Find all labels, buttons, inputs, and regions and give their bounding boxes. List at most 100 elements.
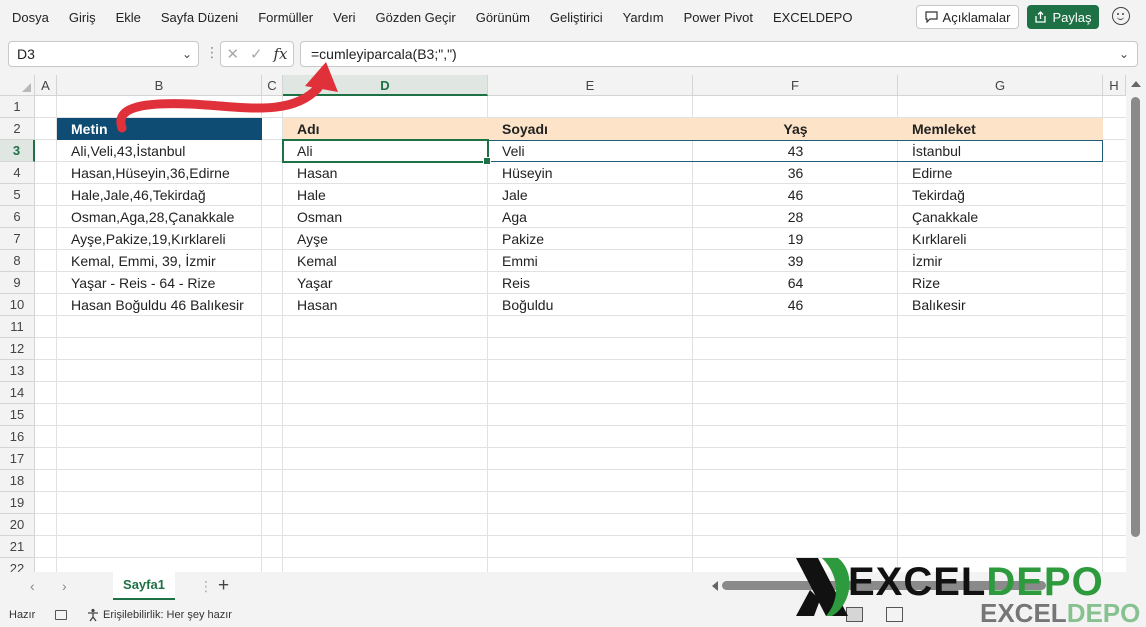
result-cell[interactable]: Jale [488,184,693,206]
row-header-22[interactable]: 22 [0,558,35,572]
menu-item-9[interactable]: Yardım [623,10,664,25]
column-header-b[interactable]: B [57,75,262,96]
insert-function-icon[interactable]: fx [274,45,288,63]
result-cell[interactable]: Emmi [488,250,693,272]
scroll-up-icon[interactable] [1131,81,1141,87]
row-header-5[interactable]: 5 [0,184,35,206]
source-cell[interactable]: Osman,Aga,28,Çanakkale [57,206,262,228]
result-cell[interactable]: Rize [898,272,1103,294]
result-cell[interactable]: Aga [488,206,693,228]
row-header-3[interactable]: 3 [0,140,35,162]
row-header-19[interactable]: 19 [0,492,35,514]
row-header-2[interactable]: 2 [0,118,35,140]
check-icon[interactable]: ✓ [250,45,263,63]
result-cell[interactable]: Hüseyin [488,162,693,184]
source-cell[interactable]: Hasan Boğuldu 46 Balıkesir [57,294,262,316]
menu-item-2[interactable]: Ekle [116,10,141,25]
result-cell[interactable]: Ayşe [283,228,488,250]
row-header-4[interactable]: 4 [0,162,35,184]
result-header-2[interactable]: Yaş [693,118,898,140]
row-header-7[interactable]: 7 [0,228,35,250]
select-all-corner[interactable] [0,75,35,96]
accessibility-status[interactable]: Erişilebilirlik: Her şey hazır [103,609,232,621]
spreadsheet-grid[interactable]: A B C D E F G H 1 2 3 4 5 6 7 8 9 10 11 12 13 14 15 16 17 18 19 20 2… [0,75,1146,572]
column-header-e[interactable]: E [488,75,693,96]
row-header-20[interactable]: 20 [0,514,35,536]
result-cell[interactable]: Hasan [283,294,488,316]
chevron-down-icon[interactable]: ⌄ [182,42,192,66]
row-header-9[interactable]: 9 [0,272,35,294]
result-cell[interactable]: Reis [488,272,693,294]
comments-button[interactable]: Açıklamalar [916,5,1019,29]
formula-input[interactable]: =cumleyiparcala(B3;",") ⌄ [300,41,1138,67]
row-header-16[interactable]: 16 [0,426,35,448]
row-header-21[interactable]: 21 [0,536,35,558]
expand-formula-icon[interactable]: ⌄ [1119,42,1129,66]
result-cell[interactable]: Kemal [283,250,488,272]
source-cell[interactable]: Ali,Veli,43,İstanbul [57,140,262,162]
result-cell[interactable]: Kırklareli [898,228,1103,250]
row-header-10[interactable]: 10 [0,294,35,316]
menu-item-6[interactable]: Gözden Geçir [376,10,456,25]
column-header-h[interactable]: H [1103,75,1126,96]
source-cell[interactable]: Hale,Jale,46,Tekirdağ [57,184,262,206]
result-cell[interactable]: Edirne [898,162,1103,184]
column-header-d[interactable]: D [283,75,488,96]
scroll-left-icon[interactable] [712,581,718,591]
result-header-1[interactable]: Soyadı [488,118,693,140]
result-header-0[interactable]: Adı [283,118,488,140]
source-header[interactable]: Metin [57,118,262,140]
macro-record-icon[interactable] [55,610,67,620]
result-cell[interactable]: 28 [693,206,898,228]
result-cell[interactable]: Hale [283,184,488,206]
menu-item-0[interactable]: Dosya [12,10,49,25]
result-cell[interactable]: 36 [693,162,898,184]
row-header-12[interactable]: 12 [0,338,35,360]
column-header-f[interactable]: F [693,75,898,96]
share-button[interactable]: Paylaş [1027,5,1099,29]
name-box[interactable]: D3 ⌄ [8,41,199,67]
menu-item-10[interactable]: Power Pivot [684,10,753,25]
menu-item-1[interactable]: Giriş [69,10,96,25]
result-cell[interactable]: Osman [283,206,488,228]
smiley-icon[interactable] [1112,7,1130,25]
row-header-1[interactable]: 1 [0,96,35,118]
result-cell[interactable]: Balıkesir [898,294,1103,316]
row-header-18[interactable]: 18 [0,470,35,492]
tab-options-icon[interactable]: ⋮ [199,578,213,595]
menu-item-3[interactable]: Sayfa Düzeni [161,10,238,25]
active-cell-d3[interactable] [282,139,491,165]
accessibility-icon[interactable] [86,608,100,622]
horizontal-scrollbar[interactable] [722,581,1046,590]
page-layout-view-icon[interactable] [886,607,903,622]
row-header-13[interactable]: 13 [0,360,35,382]
row-header-14[interactable]: 14 [0,382,35,404]
tab-next-icon[interactable]: › [62,578,67,594]
result-cell[interactable]: 64 [693,272,898,294]
row-header-11[interactable]: 11 [0,316,35,338]
result-cell[interactable]: Hasan [283,162,488,184]
tab-prev-icon[interactable]: ‹ [30,578,35,594]
result-cell[interactable]: 46 [693,184,898,206]
result-cell[interactable]: Pakize [488,228,693,250]
vertical-scrollbar[interactable] [1126,75,1146,572]
column-header-c[interactable]: C [262,75,283,96]
result-cell[interactable]: 39 [693,250,898,272]
normal-view-icon[interactable] [846,607,863,622]
result-header-3[interactable]: Memleket [898,118,1103,140]
result-cell[interactable]: Tekirdağ [898,184,1103,206]
source-cell[interactable]: Hasan,Hüseyin,36,Edirne [57,162,262,184]
result-cell[interactable]: 19 [693,228,898,250]
row-header-8[interactable]: 8 [0,250,35,272]
scroll-thumb[interactable] [1131,97,1140,537]
cancel-icon[interactable]: ✕ [226,45,239,63]
source-cell[interactable]: Yaşar - Reis - 64 - Rize [57,272,262,294]
menu-item-5[interactable]: Veri [333,10,355,25]
sheet-tab-sayfa1[interactable]: Sayfa1 [113,572,175,600]
menu-item-8[interactable]: Geliştirici [550,10,603,25]
column-header-g[interactable]: G [898,75,1103,96]
column-header-a[interactable]: A [35,75,57,96]
menu-item-11[interactable]: EXCELDEPO [773,10,852,25]
menu-item-4[interactable]: Formüller [258,10,313,25]
menu-item-7[interactable]: Görünüm [476,10,530,25]
